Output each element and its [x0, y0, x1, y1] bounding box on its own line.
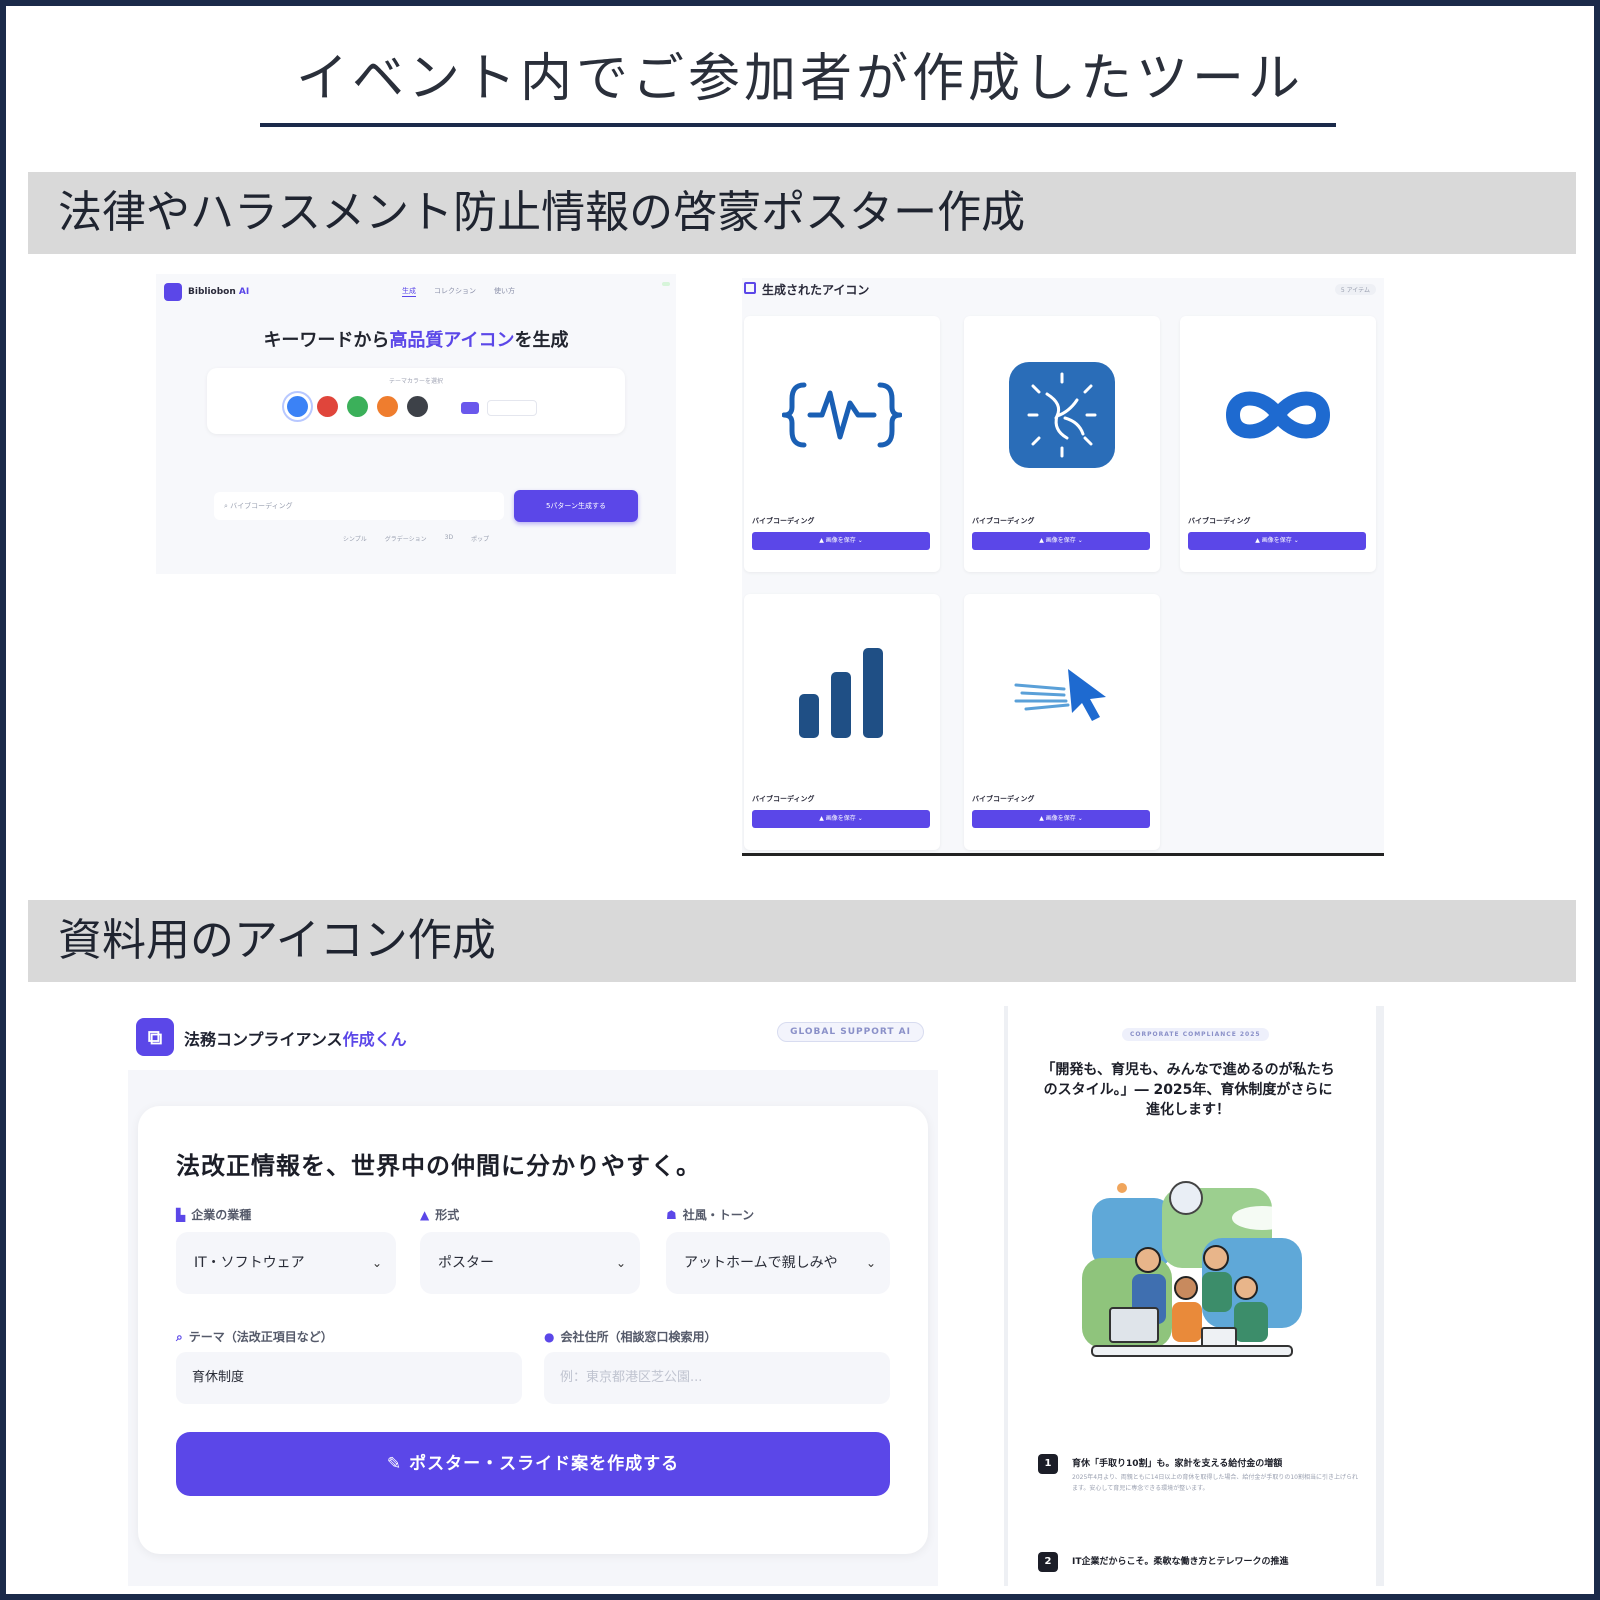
theme-color-card: テーマカラーを選択 [207, 368, 625, 434]
icon-card: バイブコーディング ▲ 画像を保存 ⌄ [744, 594, 940, 850]
poster-headline: 「開発も、育児も、みんなで進めるのが私たちのスタイル。」― 2025年、育休制度… [1041, 1062, 1335, 1118]
point-number: 1 [1038, 1454, 1058, 1474]
color-options [287, 396, 428, 417]
shapes-icon: ▲ [420, 1208, 430, 1222]
team-illustration [1052, 1148, 1332, 1388]
industry-label: ▙ 企業の業種 [176, 1208, 252, 1222]
keyword-search-input[interactable]: ⌕ バイブコーディング [214, 492, 504, 520]
compliance-form-screenshot: ⧉ 法務コンプライアンス作成くん GLOBAL SUPPORT AI 法改正情報… [128, 1006, 938, 1586]
results-count: 5 アイテム [1334, 284, 1376, 295]
icon-card-label: バイブコーディング [752, 517, 815, 525]
custom-color-field[interactable] [487, 400, 537, 416]
app-header: Bibliobon AI 生成 コレクション 使い方 [156, 274, 676, 310]
style-tag[interactable]: ポップ [471, 534, 489, 543]
color-option-orange[interactable] [377, 396, 398, 417]
poster-preview-screenshot: CORPORATE COMPLIANCE 2025 「開発も、育児も、みんなで進… [1004, 1006, 1384, 1586]
location-pin-icon: ● [544, 1330, 555, 1344]
icon-generator-screenshot: Bibliobon AI 生成 コレクション 使い方 キーワードから高品質アイコ… [156, 274, 676, 574]
results-header: 生成されたアイコン 5 アイテム [742, 278, 1384, 302]
theme-color-label: テーマカラーを選択 [388, 378, 443, 385]
infinity-icon [1186, 322, 1370, 508]
icon-card-label: バイブコーディング [752, 795, 815, 803]
save-image-button[interactable]: ▲ 画像を保存 ⌄ [972, 810, 1150, 828]
magic-wand-icon: ✎ [386, 1454, 410, 1474]
nav-tab-howto[interactable]: 使い方 [494, 286, 515, 297]
nav-tab-generate[interactable]: 生成 [402, 286, 416, 297]
app-logo-icon [164, 283, 182, 301]
people-icon: ☗ [666, 1208, 677, 1222]
chevron-down-icon: ⌄ [615, 1256, 626, 1270]
code-wave-icon [750, 322, 934, 508]
address-label: ● 会社住所（相談窓口検索用） [544, 1330, 717, 1344]
tone-select[interactable]: アットホームで親しみや ⌄ [666, 1232, 890, 1294]
color-option-dark[interactable] [407, 396, 428, 417]
page-frame: イベント内でご参加者が作成したツール 法律やハラスメント防止情報の啓蒙ポスター作… [0, 0, 1600, 1600]
save-image-button[interactable]: ▲ 画像を保存 ⌄ [972, 532, 1150, 550]
format-label: ▲ 形式 [420, 1208, 460, 1222]
generated-icons-screenshot: 生成されたアイコン 5 アイテム バイブコーディング ▲ 画像を保存 ⌄ バイブ… [742, 278, 1384, 856]
search-icon: ⌕ [176, 1330, 183, 1344]
theme-input[interactable]: 育休制度 [176, 1352, 522, 1404]
icon-card-label: バイブコーディング [1188, 517, 1251, 525]
icon-card-label: バイブコーディング [972, 795, 1035, 803]
save-image-button[interactable]: ▲ 画像を保存 ⌄ [752, 810, 930, 828]
fast-cursor-icon [970, 600, 1154, 786]
app-header: ⧉ 法務コンプライアンス作成くん GLOBAL SUPPORT AI [128, 1006, 938, 1070]
sparkle-app-icon [970, 322, 1154, 508]
create-poster-button[interactable]: ✎ ポスター・スライド案を作成する [176, 1432, 890, 1496]
point-number: 2 [1038, 1552, 1058, 1572]
section-heading-posters: 法律やハラスメント防止情報の啓蒙ポスター作成 [28, 172, 1576, 254]
address-input[interactable]: 例：東京都港区芝公園... [544, 1352, 890, 1404]
chevron-down-icon: ⌄ [371, 1256, 382, 1270]
industry-select[interactable]: IT・ソフトウェア ⌄ [176, 1232, 396, 1294]
page-title: イベント内でご参加者が作成したツール [295, 49, 1304, 109]
grid-icon [744, 282, 756, 294]
icon-card-label: バイブコーディング [972, 517, 1035, 525]
style-tag[interactable]: グラデーション [385, 534, 427, 543]
chevron-down-icon: ⌄ [865, 1256, 876, 1270]
custom-color-swatch[interactable] [461, 402, 479, 414]
icon-card: バイブコーディング ▲ 画像を保存 ⌄ [964, 594, 1160, 850]
color-option-blue[interactable] [287, 396, 308, 417]
icon-card: バイブコーディング ▲ 画像を保存 ⌄ [1180, 316, 1376, 572]
app-logo-icon: ⧉ [136, 1018, 174, 1056]
nav-tab-collection[interactable]: コレクション [434, 286, 476, 297]
section-heading-icons: 資料用のアイコン作成 [28, 900, 1576, 982]
bar-chart-icon [750, 600, 934, 786]
form-heading: 法改正情報を、世界中の仲間に分かりやすく。 [176, 1152, 701, 1180]
app-nav: 生成 コレクション 使い方 [402, 286, 515, 297]
point-title: IT企業だからこそ。柔軟な働き方とテレワークの推進 [1072, 1557, 1289, 1567]
results-title: 生成されたアイコン [762, 283, 870, 297]
app-brand: 法務コンプライアンス作成くん [184, 1030, 407, 1049]
icon-card: バイブコーディング ▲ 画像を保存 ⌄ [744, 316, 940, 572]
color-option-red[interactable] [317, 396, 338, 417]
building-icon: ▙ [176, 1208, 186, 1222]
style-tags: シンプル グラデーション 3D ポップ [156, 534, 676, 543]
status-badge [662, 282, 670, 286]
point-body: 2025年4月より、両親ともに14日以上の育休を取得した場合、給付金が手取りの1… [1072, 1474, 1358, 1492]
poster-category-pill: CORPORATE COMPLIANCE 2025 [1122, 1028, 1269, 1041]
color-option-green[interactable] [347, 396, 368, 417]
save-image-button[interactable]: ▲ 画像を保存 ⌄ [752, 532, 930, 550]
icon-card: バイブコーディング ▲ 画像を保存 ⌄ [964, 316, 1160, 572]
generator-heading: キーワードから高品質アイコンを生成 [263, 330, 569, 351]
global-support-badge: GLOBAL SUPPORT AI [777, 1022, 924, 1042]
save-image-button[interactable]: ▲ 画像を保存 ⌄ [1188, 532, 1366, 550]
generate-button[interactable]: 5パターン生成する [514, 490, 638, 522]
tone-label: ☗ 社風・トーン [666, 1208, 755, 1222]
theme-label: ⌕ テーマ（法改正項目など） [176, 1330, 333, 1344]
point-title: 育休「手取り10割」も。家計を支える給付金の増額 [1072, 1459, 1283, 1469]
style-tag[interactable]: 3D [445, 534, 453, 543]
format-select[interactable]: ポスター ⌄ [420, 1232, 640, 1294]
title-underline [260, 123, 1336, 127]
style-tag[interactable]: シンプル [343, 534, 367, 543]
app-brand: Bibliobon AI [188, 287, 250, 297]
form-card: 法改正情報を、世界中の仲間に分かりやすく。 ▙ 企業の業種 ▲ 形式 ☗ 社風・トーン… [138, 1106, 928, 1554]
